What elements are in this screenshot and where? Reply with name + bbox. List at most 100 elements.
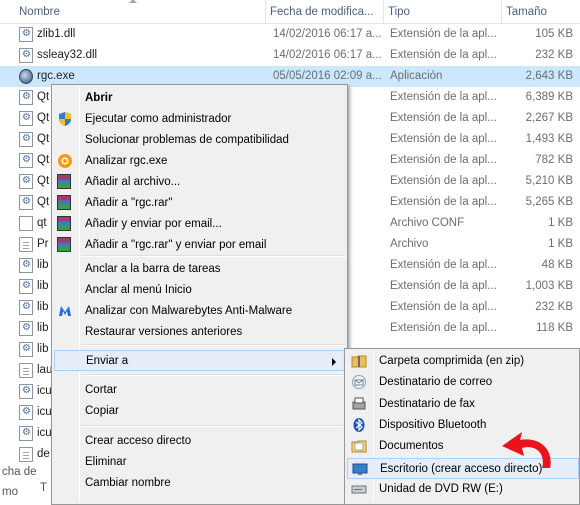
file-type: Extensión de la apl... <box>390 301 497 313</box>
dll-file-icon <box>19 111 33 126</box>
generic-file-icon <box>19 363 33 378</box>
menu-item-label: Copiar <box>85 405 119 417</box>
file-name: lib <box>37 343 49 355</box>
send-to-item-label: Destinatario de fax <box>379 397 475 410</box>
menu-item-enviar-a[interactable]: Enviar a <box>54 350 345 371</box>
send-to-item-destinatario-de-correo[interactable]: Destinatario de correo <box>347 372 579 393</box>
avast-icon <box>57 153 73 169</box>
fax-icon <box>351 396 367 412</box>
send-to-item-label: Unidad de DVD RW (E:) <box>379 482 503 495</box>
menu-item-label: Cortar <box>85 384 117 396</box>
column-header-name[interactable]: Nombre <box>15 0 266 24</box>
menu-item-ejecutar-como-administrador[interactable]: Ejecutar como administrador <box>54 109 345 130</box>
dll-file-icon <box>19 90 33 105</box>
file-size: 48 KB <box>541 259 573 271</box>
menu-item-label: Restaurar versiones anteriores <box>85 326 243 338</box>
file-type: Extensión de la apl... <box>390 28 497 40</box>
menu-item-label: Añadir a "rgc.rar" <box>85 197 173 209</box>
dll-file-icon <box>19 384 33 399</box>
file-size: 105 KB <box>535 28 573 40</box>
dll-file-icon <box>19 195 33 210</box>
menu-item-analizar-con-malwarebytes-anti-malware[interactable]: Analizar con Malwarebytes Anti-Malware <box>54 301 345 322</box>
menu-item-label: Eliminar <box>85 456 127 468</box>
menu-item-cambiar-nombre[interactable]: Cambiar nombre <box>54 473 345 494</box>
file-date: 14/02/2016 06:17 a... <box>273 49 382 61</box>
file-name: Pr <box>37 238 49 250</box>
submenu-arrow-icon <box>332 358 336 366</box>
file-name: lib <box>37 301 49 313</box>
file-name: lib <box>37 280 49 292</box>
column-header-size[interactable]: Tamaño <box>502 0 580 24</box>
dll-file-icon <box>19 342 33 357</box>
send-to-submenu: Carpeta comprimida (en zip) Destinatario … <box>344 348 580 505</box>
file-type: Extensión de la apl... <box>390 322 497 334</box>
menu-separator <box>82 344 345 346</box>
send-to-item-destinatario-de-fax[interactable]: Destinatario de fax <box>347 394 579 415</box>
generic-file-icon <box>19 237 33 252</box>
dll-file-icon <box>19 132 33 147</box>
menu-item-label: Analizar rgc.exe <box>85 155 168 167</box>
winrar-icon <box>57 216 71 231</box>
malwarebytes-icon <box>57 303 73 319</box>
file-type: Extensión de la apl... <box>390 133 497 145</box>
file-name: icu <box>37 385 52 397</box>
menu-item-anclar-al-menu-inicio[interactable]: Anclar al menú Inicio <box>54 280 345 301</box>
file-row[interactable]: ssleay32.dll 14/02/2016 06:17 a... Extensi… <box>0 45 580 66</box>
file-type: Extensión de la apl... <box>390 280 497 292</box>
file-type: Extensión de la apl... <box>390 91 497 103</box>
file-size: 1,003 KB <box>525 280 573 292</box>
menu-item-label: Ejecutar como administrador <box>85 113 232 125</box>
annotation-arrow-icon <box>502 432 551 468</box>
menu-item-anadir-a-rgc-rar-y-enviar-por-email[interactable]: Añadir a "rgc.rar" y enviar por email <box>54 235 345 256</box>
file-name: zlib1.dll <box>37 28 76 40</box>
column-type-label: Tipo <box>388 6 410 18</box>
file-type: Extensión de la apl... <box>390 259 497 271</box>
send-to-item-carpeta-comprimida-en-zip[interactable]: Carpeta comprimida (en zip) <box>347 351 579 372</box>
menu-separator <box>82 425 345 427</box>
file-size: 6,389 KB <box>525 91 573 103</box>
menu-item-anadir-y-enviar-por-email[interactable]: Añadir y enviar por email... <box>54 214 345 235</box>
file-size: 232 KB <box>535 301 573 313</box>
menu-item-copiar[interactable]: Copiar <box>54 401 345 422</box>
file-type: Extensión de la apl... <box>390 196 497 208</box>
menu-item-cortar[interactable]: Cortar <box>54 380 345 401</box>
file-type: Extensión de la apl... <box>390 154 497 166</box>
menu-item-label: Cambiar nombre <box>85 477 171 489</box>
zip-folder-icon <box>351 353 367 369</box>
file-type: Archivo <box>390 238 429 250</box>
column-header-date[interactable]: Fecha de modifica... <box>266 0 384 24</box>
status-text-2: T <box>40 482 48 494</box>
menu-item-anadir-a-rgc-rar[interactable]: Añadir a "rgc.rar" <box>54 193 345 214</box>
column-header-type[interactable]: Tipo <box>384 0 502 24</box>
send-to-item-unidad-de-dvd-rw-e[interactable]: Unidad de DVD RW (E:) <box>347 479 579 500</box>
file-name: Qt <box>37 175 50 187</box>
dll-file-icon <box>19 300 33 315</box>
column-size-label: Tamaño <box>506 6 547 18</box>
menu-item-analizar-rgc-exe[interactable]: Analizar rgc.exe <box>54 151 345 172</box>
menu-item-anadir-al-archivo[interactable]: Añadir al archivo... <box>54 172 345 193</box>
file-type: Extensión de la apl... <box>390 49 497 61</box>
menu-item-abrir[interactable]: Abrir <box>54 88 345 109</box>
menu-item-restaurar-versiones-anteriores[interactable]: Restaurar versiones anteriores <box>54 322 345 343</box>
conf-file-icon <box>19 216 33 231</box>
uac-shield-icon <box>57 111 73 127</box>
file-date: 14/02/2016 06:17 a... <box>273 28 382 40</box>
file-name: qt <box>37 217 47 229</box>
file-type: Extensión de la apl... <box>390 175 497 187</box>
documents-icon <box>351 438 367 454</box>
status-text: cha de mo <box>2 466 37 498</box>
bluetooth-icon <box>351 417 367 433</box>
dll-file-icon <box>19 321 33 336</box>
menu-item-label: Añadir al archivo... <box>85 176 181 188</box>
menu-item-label: Analizar con Malwarebytes Anti-Malware <box>85 305 293 317</box>
file-type: Archivo CONF <box>390 217 465 229</box>
menu-item-anclar-a-la-barra-de-tareas[interactable]: Anclar a la barra de tareas <box>54 259 345 280</box>
menu-item-eliminar[interactable]: Eliminar <box>54 452 345 473</box>
menu-item-label: Añadir a "rgc.rar" y enviar por email <box>85 239 267 251</box>
file-row[interactable]: zlib1.dll 14/02/2016 06:17 a... Extensión … <box>0 24 580 45</box>
menu-item-solucionar-problemas-de-compatibilidad[interactable]: Solucionar problemas de compatibilidad <box>54 130 345 151</box>
menu-item-crear-acceso-directo[interactable]: Crear acceso directo <box>54 431 345 452</box>
file-size: 118 KB <box>536 322 573 334</box>
file-name: Qt <box>37 196 50 208</box>
context-menu: Abrir Ejecutar como administrador Solucion… <box>51 84 348 505</box>
